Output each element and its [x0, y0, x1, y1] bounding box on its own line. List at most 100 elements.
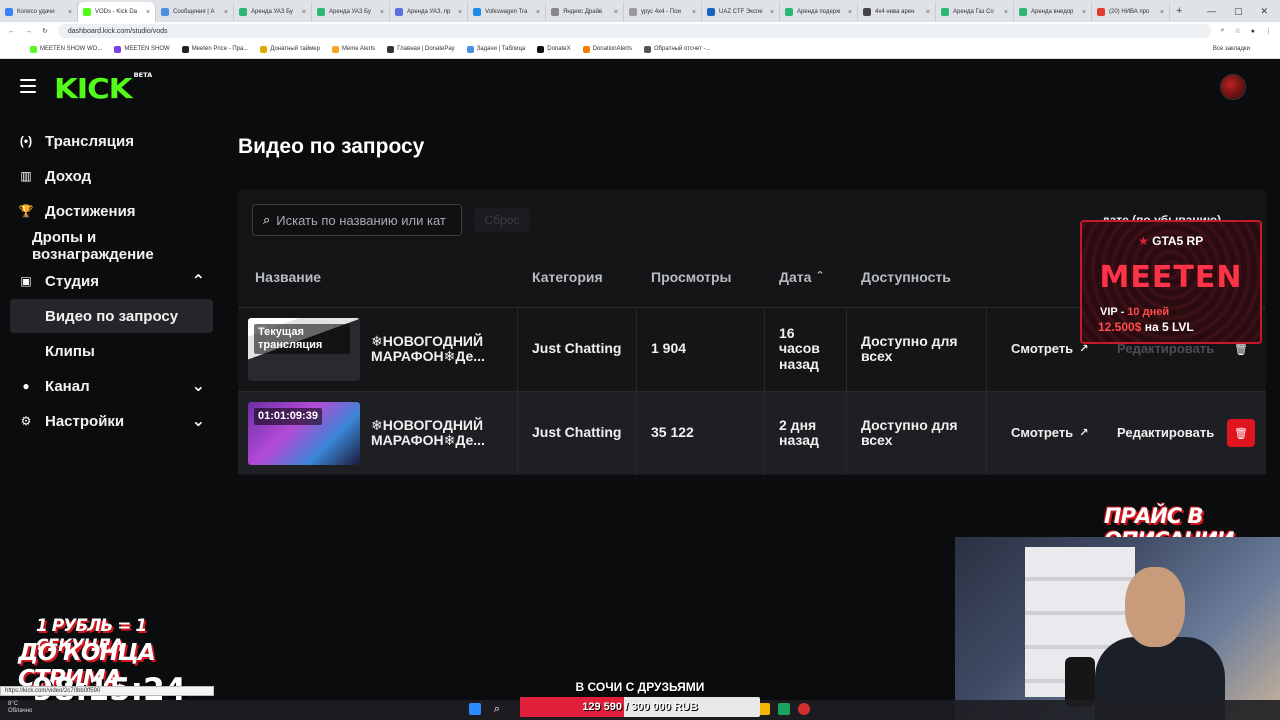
all-bookmarks-label: Все закладки — [1212, 46, 1250, 52]
category-cell[interactable]: Just Chatting — [532, 424, 621, 440]
close-icon[interactable]: × — [1082, 9, 1086, 16]
browser-tab[interactable]: Аренда УАЗ Бу × — [312, 2, 390, 22]
video-title-line: ❄НОВОГОДНИЙ — [371, 333, 484, 349]
sidebar-item[interactable]: 🏆 Достижения — [10, 194, 213, 228]
sidebar-item[interactable]: ⚙ Настройки ⌄ — [10, 404, 213, 438]
watch-button[interactable]: Смотреть ↗ — [1011, 425, 1088, 440]
url-field[interactable]: dashboard.kick.com/studio/vods — [57, 24, 1211, 38]
bookmark-item[interactable]: DonationAlerts — [582, 45, 632, 53]
reload-icon[interactable]: ↻ — [42, 27, 48, 35]
profile-icon[interactable]: ● — [1251, 28, 1255, 35]
browser-tab[interactable]: Яндекс Драйв × — [546, 2, 624, 22]
close-icon[interactable]: × — [926, 9, 930, 16]
close-icon[interactable]: × — [1160, 9, 1164, 16]
app-icon[interactable] — [798, 703, 810, 715]
new-tab-icon[interactable]: + — [1170, 5, 1188, 17]
watch-button[interactable]: Смотреть ↗ — [1011, 341, 1088, 356]
url-text: dashboard.kick.com/studio/vods — [67, 27, 168, 35]
bookmark-item[interactable]: Донатный таймер — [260, 45, 320, 53]
bookmark-item[interactable]: MEETEN SHOW WO... — [30, 45, 102, 53]
bookmark-item[interactable]: Задачи | Таблица — [466, 45, 526, 53]
browser-tab[interactable]: урус 4x4 - Пои × — [624, 2, 702, 22]
sidebar-item[interactable]: ● Канал ⌄ — [10, 369, 213, 403]
browser-tab[interactable]: Аренда УАЗ, пр × — [390, 2, 468, 22]
column-header-name[interactable]: Название — [255, 269, 321, 285]
browser-tab[interactable]: Аренда подерж × — [780, 2, 858, 22]
address-bar: ← → ↻ dashboard.kick.com/studio/vods ⌕ ☆… — [0, 22, 1280, 40]
bookmark-item[interactable]: Обратный отсчет -... — [643, 45, 711, 53]
close-icon[interactable]: × — [692, 9, 696, 16]
column-header-views[interactable]: Просмотры — [651, 269, 732, 285]
close-icon[interactable]: × — [302, 9, 306, 16]
edit-button[interactable]: Редактировать — [1117, 425, 1214, 440]
bookmark-item[interactable]: DonateX — [537, 45, 571, 53]
sidebar-item[interactable]: Клипы — [10, 334, 213, 368]
weather-widget[interactable]: 8°C Облачно — [8, 701, 32, 714]
column-divider — [517, 308, 518, 391]
bookmark-item[interactable]: MEETEN SHOW — [114, 45, 170, 53]
browser-tab[interactable]: Аренда внедор × — [1014, 2, 1092, 22]
close-icon[interactable]: × — [848, 9, 852, 16]
close-icon[interactable]: × — [458, 9, 462, 16]
video-title[interactable]: ❄НОВОГОДНИЙ МАРАФОН❄Де... — [371, 417, 485, 449]
sidebar-item[interactable]: ▣ Студия ⌃ — [10, 264, 213, 298]
browser-tab[interactable]: Колесо удачи × — [0, 2, 78, 22]
delete-button[interactable]: 🗑 — [1227, 419, 1255, 447]
close-icon[interactable]: × — [536, 9, 540, 16]
user-avatar[interactable] — [1220, 74, 1246, 100]
bookmark-item[interactable]: Главная | DonatePay — [387, 45, 455, 53]
bookmark-item[interactable]: Meeten Price - Пра... — [181, 45, 248, 53]
video-thumbnail[interactable]: 01:01:09:39 — [248, 402, 360, 465]
sidebar-item-label: Дропы и вознаграждение — [32, 229, 154, 263]
browser-tab[interactable]: UAZ CTF Экспе × — [702, 2, 780, 22]
availability-line: Доступно для — [861, 417, 958, 433]
maximize-icon[interactable]: ▢ — [1234, 6, 1243, 17]
table-row[interactable]: 01:01:09:39 ❄НОВОГОДНИЙ МАРАФОН❄Де... Just … — [238, 391, 1266, 475]
column-divider — [517, 392, 518, 475]
bookmark-item[interactable]: Meme Alerts — [331, 45, 375, 53]
search-icon[interactable]: ⌕ — [491, 703, 503, 715]
search-field[interactable]: ⌕ Искать по названию или кат — [252, 204, 462, 236]
category-cell[interactable]: Just Chatting — [532, 340, 621, 356]
close-icon[interactable]: × — [614, 9, 618, 16]
video-thumbnail[interactable]: Текущая трансляция — [248, 318, 360, 381]
sheets-icon[interactable] — [778, 703, 790, 715]
page-title: Видео по запросу — [238, 135, 425, 158]
browser-tab[interactable]: 4x4 нива арен × — [858, 2, 936, 22]
close-icon[interactable]: × — [224, 9, 228, 16]
close-icon[interactable]: × — [146, 9, 150, 16]
close-icon[interactable]: × — [380, 9, 384, 16]
browser-tab[interactable]: Аренда УАЗ Бу × — [234, 2, 312, 22]
sidebar-item[interactable]: ▥ Доход — [10, 159, 213, 193]
kick-logo[interactable]: KICK BETA — [54, 72, 152, 105]
windows-start-icon[interactable] — [469, 703, 481, 715]
hamburger-menu-icon[interactable] — [20, 79, 36, 93]
star-icon[interactable]: ☆ — [1234, 27, 1240, 35]
all-bookmarks[interactable]: Все закладки — [1213, 46, 1250, 52]
browser-tab[interactable]: (20) НИВА про × — [1092, 2, 1170, 22]
column-header-category[interactable]: Категория — [532, 269, 603, 285]
browser-tab[interactable]: Сообщения | А × — [156, 2, 234, 22]
zoom-icon[interactable]: ⌕ — [1221, 27, 1225, 35]
sidebar-item[interactable]: Дропы и вознаграждение — [10, 229, 213, 263]
bookmark-label: Задачи | Таблица — [476, 46, 526, 52]
weather-desc: Облачно — [8, 707, 33, 714]
menu-icon[interactable]: ⋮ — [1265, 27, 1272, 35]
browser-tab[interactable]: VODs - Kick Da × — [78, 2, 156, 22]
close-icon[interactable]: × — [1004, 9, 1008, 16]
browser-tab[interactable]: Аренда Газ Со × — [936, 2, 1014, 22]
sidebar-item[interactable]: (•) Трансляция — [10, 124, 213, 158]
column-header-availability[interactable]: Доступность — [861, 269, 951, 285]
close-window-icon[interactable]: ✕ — [1260, 6, 1268, 17]
tab-favicon-icon — [473, 8, 481, 16]
reset-button[interactable]: Сброс — [474, 208, 530, 232]
back-icon[interactable]: ← — [8, 28, 15, 35]
minimize-icon[interactable]: — — [1207, 6, 1216, 17]
browser-tab[interactable]: Volkswagen Tra × — [468, 2, 546, 22]
column-header-date[interactable]: Дата ⌃ — [779, 269, 825, 285]
video-title[interactable]: ❄НОВОГОДНИЙ МАРАФОН❄Де... — [371, 333, 485, 365]
sidebar-item[interactable]: Видео по запросу — [10, 299, 213, 333]
close-icon[interactable]: × — [770, 9, 774, 16]
forward-icon[interactable]: → — [25, 28, 32, 35]
close-icon[interactable]: × — [68, 9, 72, 16]
